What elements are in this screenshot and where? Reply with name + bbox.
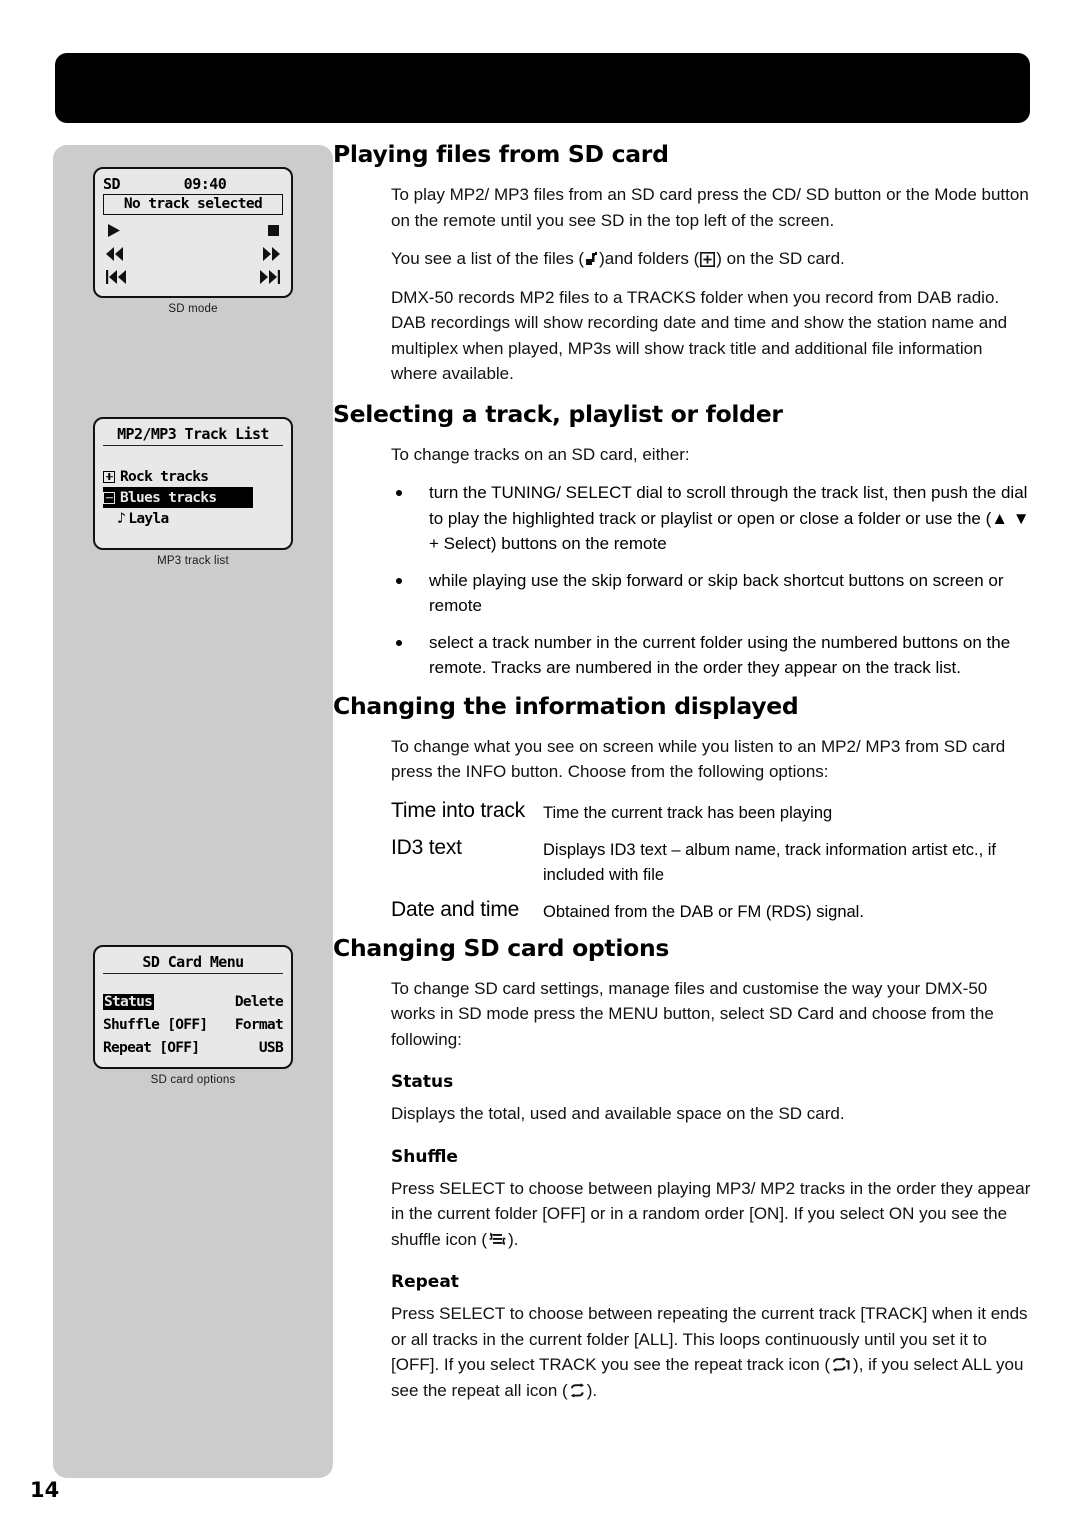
stop-icon[interactable]: [266, 223, 281, 238]
section-heading-playing: Playing files from SD card: [333, 140, 669, 168]
paragraph-information-intro: To change what you see on screen while y…: [391, 736, 1006, 782]
skip-back-icon[interactable]: [105, 269, 128, 285]
list-item[interactable]: Blues tracks: [103, 487, 253, 508]
figure-mp3-track-list: MP2/MP3 Track List Rock tracks Blues tra…: [53, 417, 333, 567]
subheading-shuffle: Shuffle: [391, 1146, 458, 1167]
lcd-status-line: SD 09:40: [103, 175, 283, 194]
info-option-term: ID3 text: [391, 835, 462, 859]
list-item-label: Layla: [128, 510, 169, 527]
music-file-icon: [585, 251, 598, 267]
list-item-label: Blues tracks: [120, 489, 217, 506]
rewind-icon[interactable]: [105, 246, 125, 262]
play-icon[interactable]: [105, 222, 122, 239]
text-after-repeat-icons: ).: [586, 1380, 598, 1400]
figure-caption: SD card options: [150, 1074, 236, 1086]
info-option-row: ID3 text Displays ID3 text – album name,…: [391, 835, 1033, 888]
menu-item-shuffle[interactable]: Shuffle [OFF]: [103, 1017, 208, 1033]
lcd-screen-sd-mode: SD 09:40 No track selected: [93, 167, 293, 298]
figure-sd-card-options: SD Card Menu Status Delete Shuffle [OFF]…: [53, 945, 333, 1086]
page-header-bar: [55, 53, 1030, 123]
transport-row-play-stop: [103, 219, 283, 242]
subheading-status: Status: [391, 1072, 454, 1092]
menu-item-usb[interactable]: USB: [259, 1040, 284, 1056]
list-item[interactable]: ♪ Layla: [103, 508, 283, 529]
section-heading-options: Changing SD card options: [333, 933, 670, 962]
info-option-row: Time into track Time the current track h…: [391, 798, 1033, 826]
paragraph-status: Displays the total, used and available s…: [391, 1104, 845, 1123]
text-after-shuffle-icon: ).: [508, 1229, 519, 1249]
figure-sd-mode: SD 09:40 No track selected SD mode: [53, 167, 333, 315]
list-item: while playing use the skip forward or sk…: [391, 568, 1033, 619]
text-after-folder-icon: ) on the SD card.: [716, 249, 845, 268]
menu-item-repeat[interactable]: Repeat [OFF]: [103, 1040, 200, 1056]
info-option-term: Date and time: [391, 897, 520, 921]
page-number: 14: [30, 1478, 60, 1502]
expand-plus-icon[interactable]: [103, 470, 115, 483]
paragraph-repeat: Press SELECT to choose between repeating…: [333, 1301, 1033, 1403]
folder-plus-icon: [700, 252, 716, 267]
lcd-mode-label: SD: [103, 175, 121, 193]
menu-row: Status Delete: [103, 990, 284, 1013]
info-options-list: Time into track Time the current track h…: [333, 798, 1033, 925]
list-item: select a track number in the current fol…: [391, 630, 1033, 681]
paragraph-playing-2: You see a list of the files ( )and folder…: [333, 246, 1033, 272]
lcd-clock: 09:40: [183, 175, 227, 193]
paragraph-playing-1: To play MP2/ MP3 files from an SD card p…: [391, 185, 1029, 230]
menu-row: Shuffle [OFF] Format: [103, 1013, 284, 1036]
main-content-column: Playing files from SD card To play MP2/ …: [333, 140, 1033, 1416]
subheading-repeat: Repeat: [391, 1272, 459, 1292]
menu-item-delete[interactable]: Delete: [235, 994, 284, 1010]
transport-row-scan: [103, 242, 283, 265]
figure-caption: SD mode: [168, 303, 218, 315]
figure-caption: MP3 track list: [157, 555, 229, 567]
lcd-title-divider: [103, 445, 283, 446]
paragraph-playing-3: DMX-50 records MP2 files to a TRACKS fol…: [391, 287, 1008, 384]
repeat-track-icon: [831, 1357, 852, 1373]
transport-row-skip: [103, 265, 283, 288]
section-heading-selecting: Selecting a track, playlist or folder: [333, 399, 783, 428]
track-list-rows: Rock tracks Blues tracks ♪ Layla: [103, 452, 283, 540]
selecting-bullet-list: turn the TUNING/ SELECT dial to scroll t…: [333, 480, 1033, 681]
info-option-term: Time into track: [391, 798, 525, 822]
text-between-icons: )and folders (: [599, 249, 700, 268]
lcd-title-divider: [103, 973, 283, 974]
paragraph-shuffle: Press SELECT to choose between playing M…: [333, 1176, 1033, 1253]
section-heading-information: Changing the information displayed: [333, 691, 799, 720]
list-item[interactable]: Rock tracks: [103, 466, 283, 487]
text-before-shuffle-icon: Press SELECT to choose between playing M…: [391, 1178, 1031, 1249]
info-option-description: Displays ID3 text – album name, track in…: [543, 840, 997, 884]
lcd-track-title: No track selected: [103, 194, 283, 215]
paragraph-selecting-intro: To change tracks on an SD card, either:: [391, 444, 690, 464]
menu-item-status[interactable]: Status: [103, 993, 155, 1010]
lcd-screen-card-menu: SD Card Menu Status Delete Shuffle [OFF]…: [93, 945, 293, 1069]
text-before-file-icon: You see a list of the files (: [391, 249, 585, 268]
paragraph-options-intro: To change SD card settings, manage files…: [391, 978, 994, 1049]
menu-item-format[interactable]: Format: [235, 1017, 284, 1033]
card-menu-rows: Status Delete Shuffle [OFF] Format Repea…: [103, 980, 284, 1059]
fast-forward-icon[interactable]: [261, 246, 281, 262]
skip-forward-icon[interactable]: [258, 269, 281, 285]
list-item: turn the TUNING/ SELECT dial to scroll t…: [391, 480, 1033, 557]
illustration-sidebar: SD 09:40 No track selected SD mode MP2/M…: [53, 145, 333, 1478]
lcd-menu-title: SD Card Menu: [142, 953, 244, 971]
collapse-minus-icon[interactable]: [103, 491, 115, 504]
lcd-list-title: MP2/MP3 Track List: [117, 425, 269, 443]
shuffle-icon: [488, 1232, 507, 1248]
repeat-all-icon: [569, 1382, 586, 1399]
menu-row: Repeat [OFF] USB: [103, 1036, 284, 1059]
lcd-screen-track-list: MP2/MP3 Track List Rock tracks Blues tra…: [93, 417, 293, 550]
info-option-row: Date and time Obtained from the DAB or F…: [391, 897, 1033, 925]
info-option-description: Time the current track has been playing: [543, 803, 833, 822]
info-option-description: Obtained from the DAB or FM (RDS) signal…: [543, 902, 864, 921]
list-item-label: Rock tracks: [120, 468, 209, 485]
lcd-transport-controls: [103, 219, 283, 288]
music-note-icon: ♪: [117, 509, 126, 527]
